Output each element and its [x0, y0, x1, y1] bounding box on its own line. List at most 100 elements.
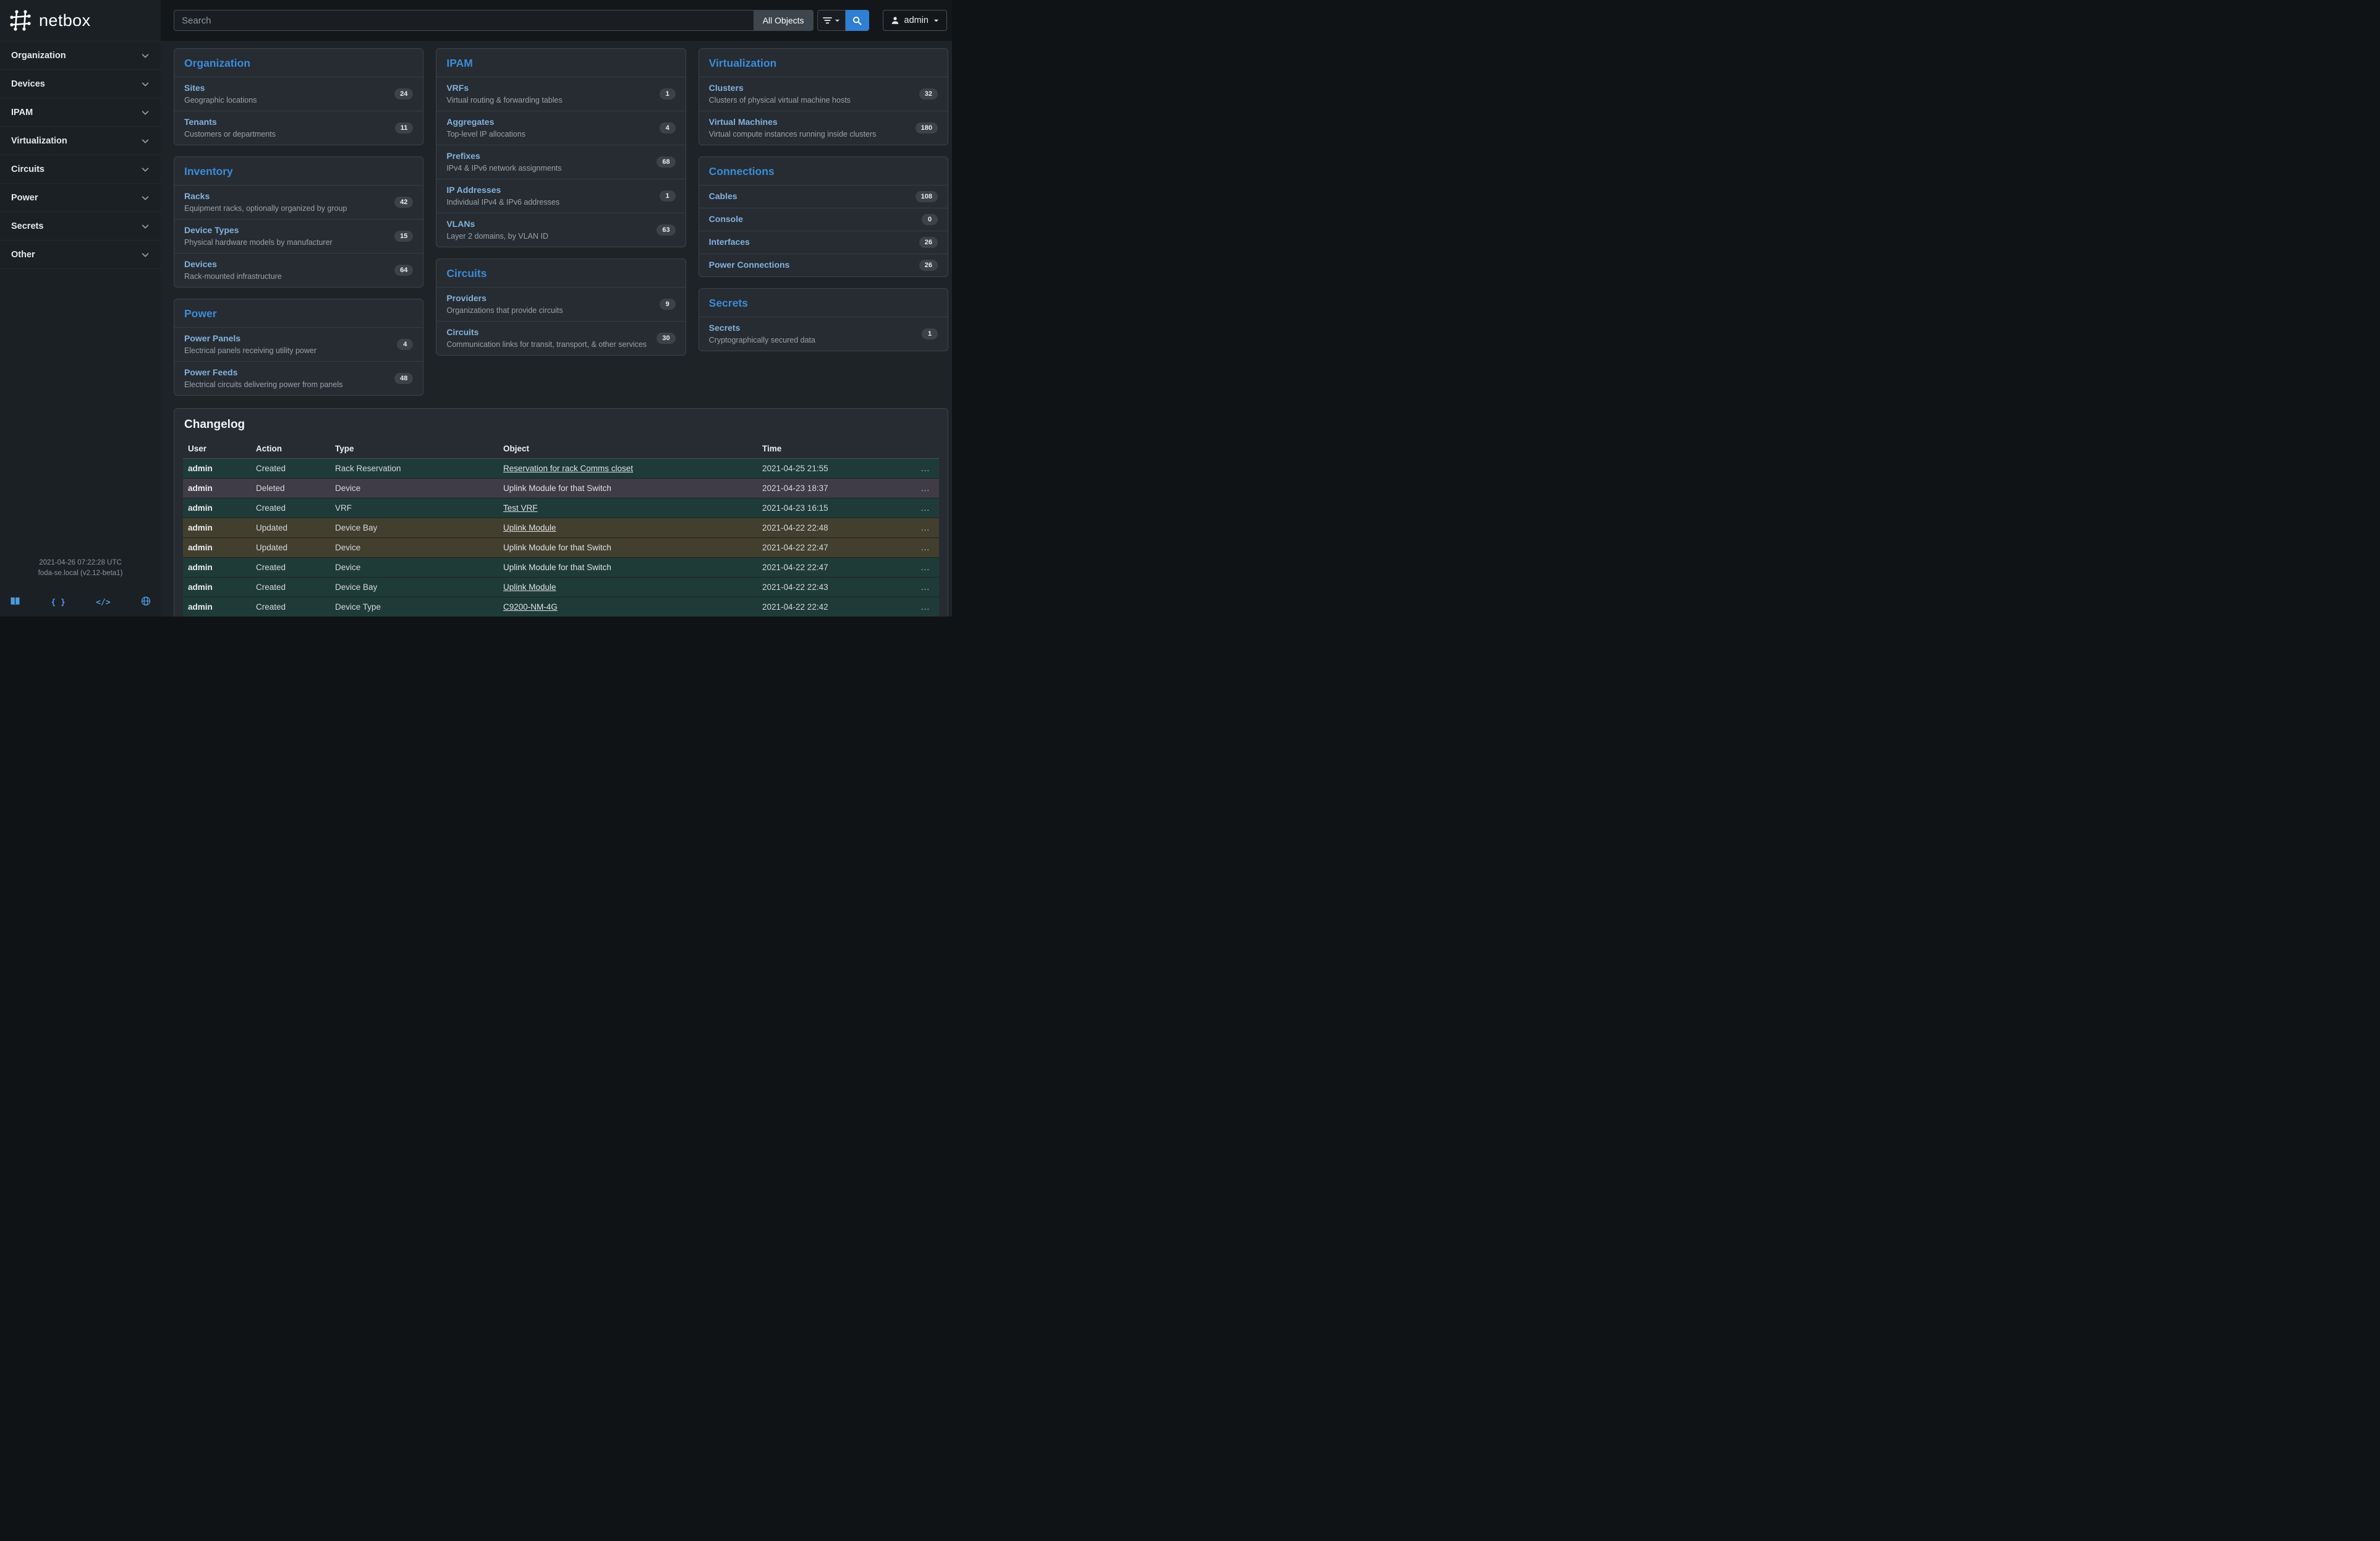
changelog-more-cell: ...	[912, 538, 939, 558]
changelog-more-link[interactable]: ...	[921, 583, 930, 592]
changelog-more-link[interactable]: ...	[921, 484, 930, 493]
item-link[interactable]: Tenants	[184, 117, 217, 127]
topbar: All Objects	[161, 0, 952, 41]
card-item: Power Panels Electrical panels receiving…	[174, 328, 423, 362]
item-description: Rack-mounted infrastructure	[184, 272, 282, 281]
changelog-object-link[interactable]: Uplink Module for that Switch	[503, 563, 611, 572]
item-link[interactable]: Virtual Machines	[709, 117, 778, 127]
item-link[interactable]: VRFs	[446, 83, 469, 93]
item-description: Cryptographically secured data	[709, 336, 815, 345]
search-input[interactable]	[174, 10, 754, 31]
brand-home-link[interactable]: netbox	[0, 0, 161, 41]
item-link[interactable]: Circuits	[446, 327, 478, 337]
changelog-table-wrap: User Action Type Object Time	[174, 439, 948, 617]
item-link[interactable]: Power Panels	[184, 333, 240, 343]
code-icon[interactable]: </>	[96, 598, 110, 607]
card-item-text: Device Types Physical hardware models by…	[184, 225, 333, 247]
card-item-text: Devices Rack-mounted infrastructure	[184, 259, 282, 281]
sidebar-item-label: Organization	[11, 51, 66, 61]
item-link[interactable]: IP Addresses	[446, 185, 501, 195]
item-link[interactable]: Device Types	[184, 225, 239, 235]
card-item: Power Feeds Electrical circuits deliveri…	[174, 362, 423, 395]
changelog-action: Created	[251, 597, 330, 617]
sidebar-item[interactable]: Power	[0, 184, 161, 212]
changelog-user: admin	[183, 518, 251, 538]
changelog-more-link[interactable]: ...	[921, 523, 930, 532]
changelog-more-link[interactable]: ...	[921, 543, 930, 552]
item-link[interactable]: Power Connections	[709, 260, 790, 270]
count-badge: 4	[660, 122, 676, 134]
item-link[interactable]: Prefixes	[446, 151, 480, 161]
item-description: Electrical panels receiving utility powe…	[184, 346, 317, 356]
card-item-text: Virtual Machines Virtual compute instanc…	[709, 117, 877, 139]
item-link[interactable]: Interfaces	[709, 237, 750, 247]
changelog-object-link[interactable]: Reservation for rack Comms closet	[503, 464, 633, 473]
sidebar-item[interactable]: Other	[0, 241, 161, 269]
changelog-more-cell: ...	[912, 558, 939, 578]
item-link[interactable]: Cables	[709, 191, 737, 201]
card-title: Inventory	[174, 157, 423, 186]
api-icon[interactable]: { }	[51, 598, 65, 607]
item-link[interactable]: Console	[709, 214, 743, 224]
changelog-object-link[interactable]: Uplink Module	[503, 583, 556, 592]
sidebar-item[interactable]: Devices	[0, 70, 161, 98]
count-badge: 1	[660, 190, 676, 202]
dashboard-content: Organization Sites Geographic locations …	[161, 41, 952, 617]
sidebar-item[interactable]: Organization	[0, 41, 161, 70]
changelog-type: Device	[330, 558, 498, 578]
card-item-text: Power Feeds Electrical circuits deliveri…	[184, 367, 342, 390]
filter-dropdown-button[interactable]	[817, 10, 846, 31]
changelog-action: Updated	[251, 518, 330, 538]
changelog-time: 2021-04-23 16:15	[757, 498, 912, 518]
sidebar-item[interactable]: Circuits	[0, 155, 161, 184]
item-link[interactable]: Sites	[184, 83, 205, 93]
changelog-type: Device Type	[330, 597, 498, 617]
changelog-type: Device	[330, 479, 498, 498]
item-link[interactable]: Devices	[184, 259, 217, 269]
item-link[interactable]: Racks	[184, 191, 210, 201]
changelog-more-link[interactable]: ...	[921, 503, 930, 513]
card-item: Power Connections 26	[699, 254, 948, 276]
changelog-user: admin	[183, 558, 251, 578]
item-link[interactable]: Providers	[446, 293, 487, 303]
item-link[interactable]: VLANs	[446, 219, 475, 229]
changelog-object-link[interactable]: Uplink Module	[503, 523, 556, 532]
card-item-text: Power Panels Electrical panels receiving…	[184, 333, 317, 356]
changelog-object-link[interactable]: Test VRF	[503, 503, 538, 513]
item-link[interactable]: Aggregates	[446, 117, 494, 127]
search-submit-button[interactable]	[846, 10, 869, 31]
card-item: Aggregates Top-level IP allocations 4	[436, 111, 685, 145]
item-description: Individual IPv4 & IPv6 addresses	[446, 198, 559, 207]
card-item-text: Cables	[709, 191, 737, 202]
object-type-button[interactable]: All Objects	[754, 10, 814, 31]
sidebar-item[interactable]: Secrets	[0, 212, 161, 241]
changelog-more-link[interactable]: ...	[921, 464, 930, 473]
dashboard-card: Circuits Providers Organizations that pr…	[436, 258, 686, 356]
changelog-object-link[interactable]: C9200-NM-4G	[503, 602, 558, 612]
docs-icon[interactable]	[10, 597, 20, 609]
changelog-more-cell: ...	[912, 597, 939, 617]
dashboard-card: Organization Sites Geographic locations …	[174, 48, 423, 145]
card-item: Interfaces 26	[699, 231, 948, 254]
changelog-row: admin Created Rack Reservation Reservati…	[183, 459, 939, 479]
count-badge: 64	[394, 265, 413, 276]
item-link[interactable]: Secrets	[709, 323, 741, 333]
col-header-time: Time	[757, 439, 912, 459]
search-group: All Objects	[174, 10, 814, 31]
sidebar-item[interactable]: IPAM	[0, 98, 161, 127]
count-badge: 26	[919, 260, 938, 271]
community-globe-icon[interactable]	[141, 596, 151, 609]
changelog-object-link[interactable]: Uplink Module for that Switch	[503, 484, 611, 493]
item-link[interactable]: Clusters	[709, 83, 744, 93]
changelog-object-link[interactable]: Uplink Module for that Switch	[503, 543, 611, 552]
user-menu-button[interactable]: admin	[883, 10, 948, 31]
changelog-object-cell: Reservation for rack Comms closet	[498, 459, 757, 479]
item-link[interactable]: Power Feeds	[184, 367, 237, 377]
changelog-more-link[interactable]: ...	[921, 563, 930, 572]
col-header-type: Type	[330, 439, 498, 459]
sidebar-item[interactable]: Virtualization	[0, 127, 161, 155]
changelog-more-link[interactable]: ...	[921, 602, 930, 612]
chevron-down-icon	[141, 194, 150, 202]
count-badge: 63	[657, 224, 675, 236]
col-header-action: Action	[251, 439, 330, 459]
